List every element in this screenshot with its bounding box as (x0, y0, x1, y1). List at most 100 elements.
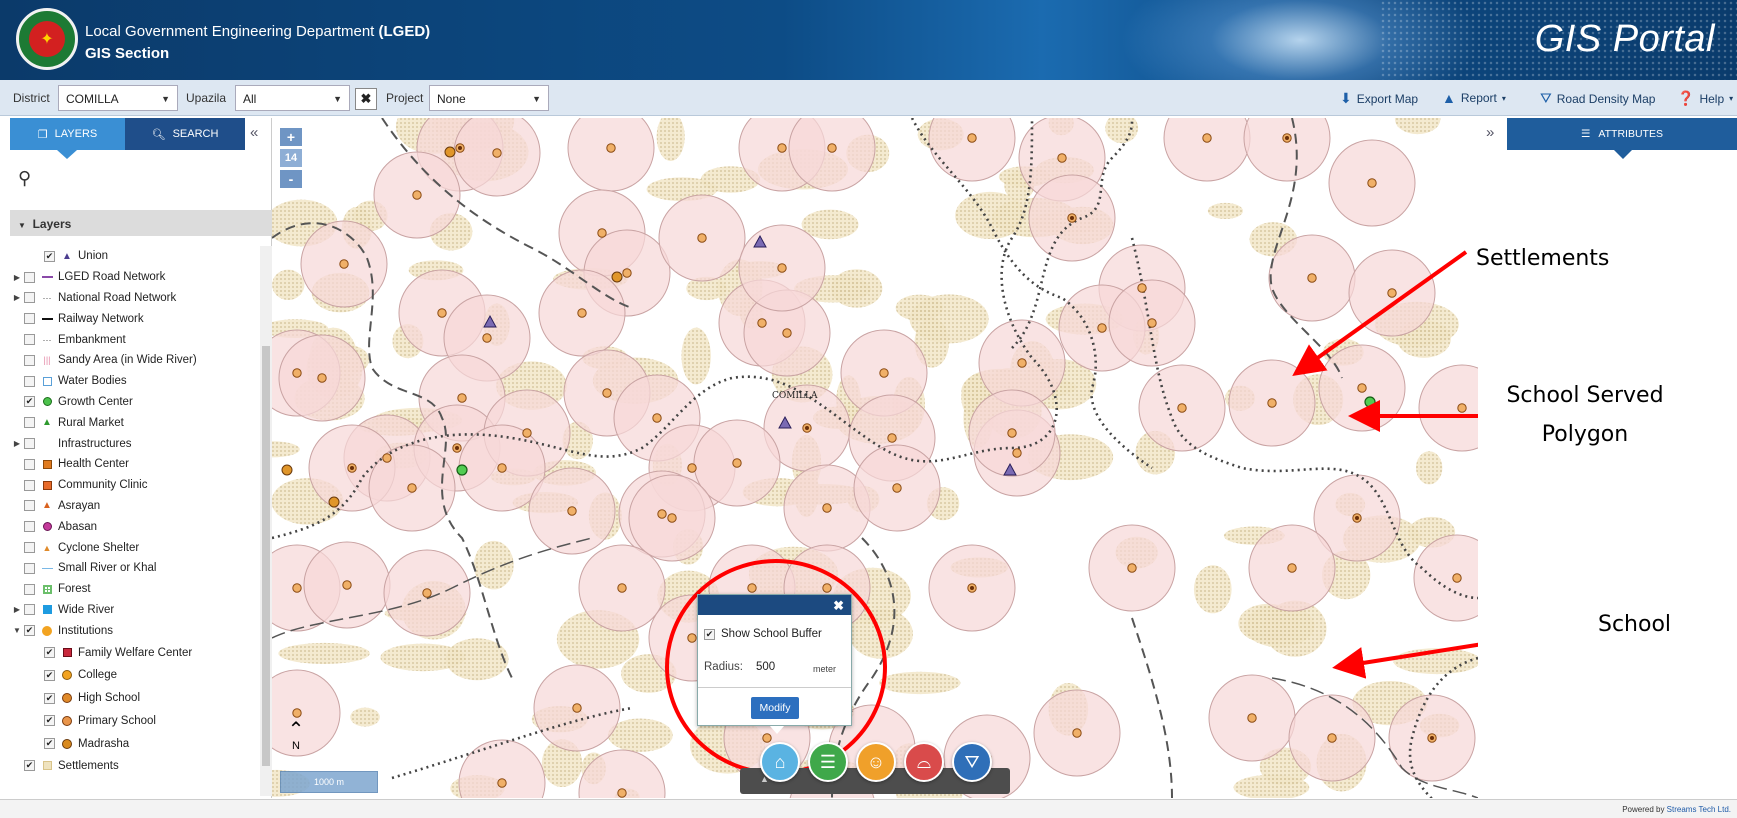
school-marker (602, 388, 612, 398)
layer-checkbox[interactable] (24, 354, 35, 366)
layer-row[interactable]: ✔ Madrasha (10, 732, 260, 755)
layer-checkbox[interactable] (24, 500, 35, 512)
layer-checkbox[interactable] (24, 271, 35, 283)
expand-panel-button[interactable]: » (1486, 124, 1494, 141)
annotation-line-1: School Served (1506, 383, 1664, 408)
layer-checkbox[interactable] (24, 313, 35, 325)
layer-checkbox[interactable] (24, 542, 35, 554)
layer-checkbox[interactable] (24, 375, 35, 387)
school-marker (967, 133, 977, 143)
layer-checkbox[interactable]: ✔ (44, 250, 55, 262)
layer-row[interactable]: Health Center (10, 454, 260, 475)
collapse-panel-button[interactable]: « (250, 124, 258, 141)
layer-checkbox[interactable] (24, 562, 35, 574)
close-icon[interactable]: ✖ (833, 598, 844, 614)
layer-checkbox[interactable]: ✔ (24, 625, 35, 637)
upazila-select[interactable]: All ▼ (235, 85, 350, 111)
layer-checkbox[interactable] (24, 292, 35, 304)
layer-row[interactable]: ▶ LGED Road Network (10, 267, 260, 288)
school-buffer-tool-button[interactable]: ⌂ (760, 742, 800, 782)
layer-checkbox[interactable] (24, 334, 35, 346)
zoom-in-button[interactable]: + (280, 128, 302, 146)
tab-layers[interactable]: ❐ LAYERS (10, 118, 125, 150)
tab-attributes[interactable]: ☰ ATTRIBUTES (1507, 118, 1737, 150)
map-canvas[interactable]: COMILLA + 14 - ⌃ N 1000 m (272, 118, 1478, 798)
layer-row[interactable]: ▶ Infrastructures (10, 433, 260, 454)
zoom-out-button[interactable]: - (280, 170, 302, 188)
layer-row[interactable]: ✔ College (10, 664, 260, 687)
school-marker (606, 143, 616, 153)
layer-list-scrollbar[interactable] (260, 246, 272, 796)
layer-row[interactable]: ||| Sandy Area (in Wide River) (10, 350, 260, 371)
school-marker (887, 433, 897, 443)
layer-checkbox[interactable]: ✔ (44, 692, 55, 704)
population-tool-button[interactable]: ☺ (856, 742, 896, 782)
layer-row[interactable]: ✔ Settlements (10, 755, 260, 776)
layer-checkbox[interactable] (24, 417, 35, 429)
layer-checkbox[interactable] (24, 458, 35, 470)
layer-checkbox[interactable]: ✔ (44, 669, 55, 681)
school-buffer-polygon (1163, 118, 1251, 182)
show-school-buffer-row[interactable]: ✔ Show School Buffer (704, 628, 822, 640)
report-menu[interactable]: ▲ Report ▾ (1442, 90, 1506, 106)
road-density-map-button[interactable]: ⛛ Road Density Map (1540, 90, 1655, 107)
layer-checkbox[interactable] (24, 583, 35, 595)
layer-checkbox[interactable]: ✔ (44, 738, 55, 750)
layer-checkbox[interactable] (24, 604, 35, 616)
layer-row[interactable]: ▼ ✔ Institutions (10, 620, 260, 641)
layer-checkbox[interactable]: ✔ (24, 396, 35, 408)
tab-search[interactable]: 🔍︎ SEARCH (125, 118, 245, 150)
layer-row[interactable]: ▲ Cyclone Shelter (10, 537, 260, 558)
layer-symbol-icon (41, 480, 53, 491)
layer-row[interactable]: ✔ Primary School (10, 710, 260, 733)
zoom-to-layer-icon[interactable]: ⚲ (18, 168, 31, 189)
layer-row[interactable]: ✔ High School (10, 687, 260, 710)
caret-down-icon[interactable]: ▼ (10, 626, 24, 635)
layer-row[interactable]: ✔ ▲ Union (10, 246, 260, 267)
modify-button[interactable]: Modify (751, 697, 799, 719)
caret-right-icon[interactable]: ▶ (10, 439, 24, 448)
clear-upazila-button[interactable]: ✖ (355, 88, 377, 110)
layer-row[interactable]: ✔ Family Welfare Center (10, 641, 260, 664)
layer-row[interactable]: Small River or Khal (10, 558, 260, 579)
layer-checkbox[interactable] (24, 521, 35, 533)
layer-checkbox[interactable]: ✔ (44, 715, 55, 727)
brand-link[interactable]: Streams Tech Ltd. (1667, 805, 1731, 814)
layer-symbol-icon (41, 438, 53, 449)
layer-row[interactable]: ▶ Wide River (10, 600, 260, 621)
caret-right-icon[interactable]: ▶ (10, 293, 24, 302)
project-select[interactable]: None ▼ (429, 85, 549, 111)
district-select[interactable]: COMILLA ▼ (58, 85, 178, 111)
show-school-buffer-checkbox[interactable]: ✔ (704, 628, 715, 640)
tab-pointer (57, 150, 77, 159)
layer-label: Abasan (58, 520, 98, 533)
layer-row[interactable]: ▲ Asrayan (10, 496, 260, 517)
export-map-button[interactable]: ⬇ Export Map (1340, 90, 1418, 107)
caret-right-icon[interactable]: ▶ (10, 273, 24, 282)
layer-row[interactable]: ··· Embankment (10, 329, 260, 350)
layer-checkbox[interactable]: ✔ (44, 647, 55, 659)
layer-row[interactable]: ▶ ··· National Road Network (10, 288, 260, 309)
school-marker (687, 463, 697, 473)
layer-row[interactable]: Community Clinic (10, 475, 260, 496)
layer-label: Infrastructures (58, 437, 132, 450)
layer-checkbox[interactable]: ✔ (24, 760, 35, 772)
layer-checkbox[interactable] (24, 438, 35, 450)
school-marker (687, 633, 697, 643)
layer-row[interactable]: ✔ Growth Center (10, 392, 260, 413)
layer-row[interactable]: Abasan (10, 516, 260, 537)
layer-row[interactable]: Forest (10, 579, 260, 600)
road-tool-button[interactable]: ⛛ (952, 742, 992, 782)
school-marker (292, 583, 302, 593)
layer-checkbox[interactable] (24, 479, 35, 491)
settings-tool-button[interactable]: ☰ (808, 742, 848, 782)
layer-row[interactable]: ▲ Rural Market (10, 412, 260, 433)
radius-input[interactable]: 500 (756, 661, 775, 673)
caret-right-icon[interactable]: ▶ (10, 605, 24, 614)
layer-row[interactable]: Water Bodies (10, 371, 260, 392)
layer-row[interactable]: Railway Network (10, 308, 260, 329)
help-menu[interactable]: ❓ Help ▾ (1677, 90, 1733, 107)
scrollbar-thumb[interactable] (262, 346, 270, 766)
layers-section-header[interactable]: ▼ Layers (10, 210, 272, 236)
embankment-tool-button[interactable]: ⌓ (904, 742, 944, 782)
